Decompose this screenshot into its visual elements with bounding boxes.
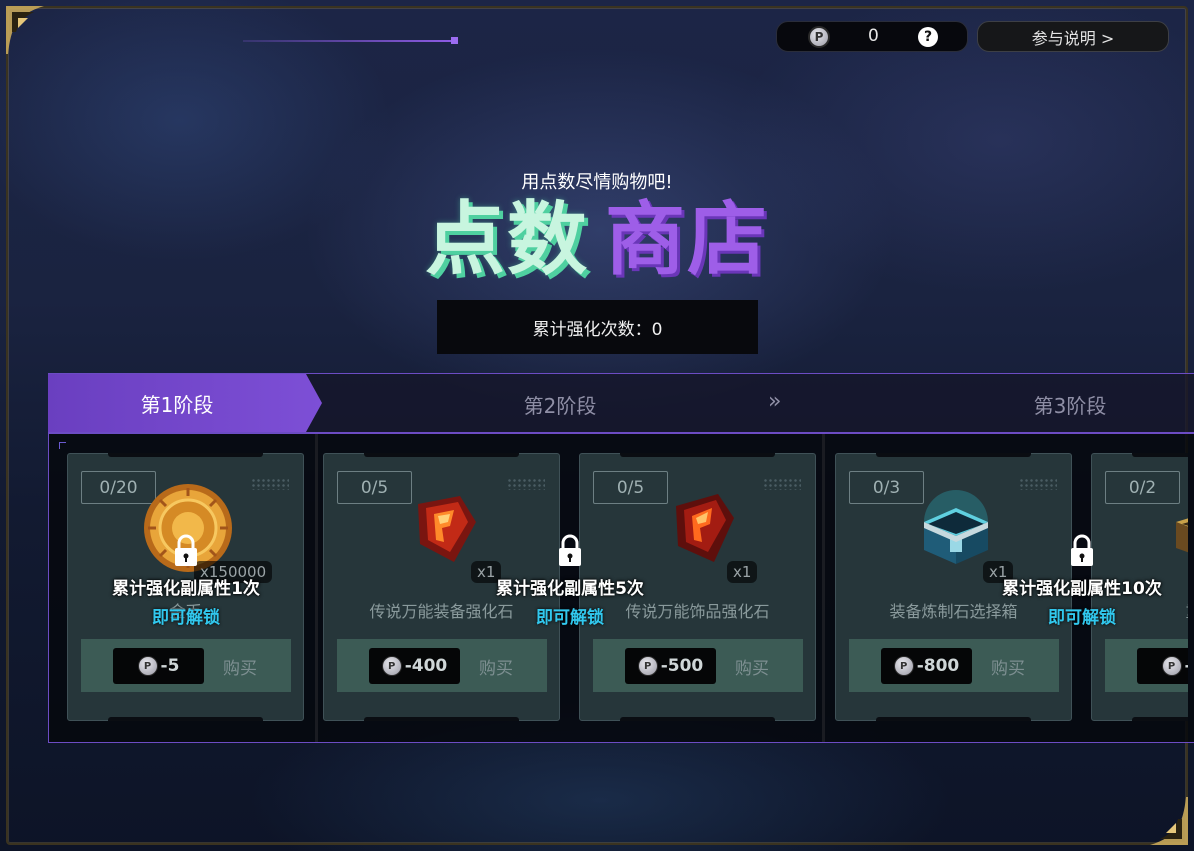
lock-condition: 累计强化副属性10次 [1002,579,1162,599]
clip-region: 0/2 重铸石 P-9 购买 [0,0,1188,851]
unlock-hint: 即可解锁 [152,608,220,628]
buy-button[interactable]: P-9 购买 [1105,639,1188,692]
item-price: P-9 [1137,648,1188,684]
unlock-hint: 即可解锁 [536,608,604,628]
lock-condition: 累计强化副属性5次 [496,579,644,599]
lock-icon [1071,534,1093,566]
lock-icon [559,534,581,566]
lock-overlay: 累计强化副属性10次 即可解锁 [972,534,1192,628]
lock-icon [175,534,197,566]
unlock-hint: 即可解锁 [1048,608,1116,628]
point-coin-icon: P [1161,656,1182,676]
lock-condition: 累计强化副属性1次 [112,579,260,599]
lock-overlay: 累计强化副属性1次 即可解锁 [86,534,286,628]
lock-overlay: 累计强化副属性5次 即可解锁 [470,534,670,628]
